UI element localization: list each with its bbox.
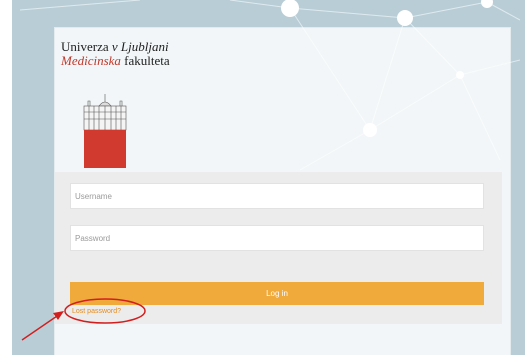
password-input[interactable]	[70, 225, 484, 251]
lost-password-link[interactable]: Lost password?	[72, 308, 121, 315]
faculty-name-part2: fakulteta	[120, 53, 170, 68]
faculty-name-part1: Medicinska	[61, 53, 121, 68]
login-button[interactable]: Log in	[70, 282, 484, 305]
university-building-emblem-icon	[83, 94, 127, 168]
username-input[interactable]	[70, 183, 484, 209]
login-page: Univerza v Ljubljani Medicinska fakultet…	[0, 0, 525, 355]
university-name-part1: Univerza	[61, 39, 112, 54]
university-name: Univerza v Ljubljani	[61, 40, 169, 54]
university-name-part2: v Ljubljani	[111, 39, 169, 54]
faculty-name: Medicinska fakulteta	[61, 54, 170, 68]
